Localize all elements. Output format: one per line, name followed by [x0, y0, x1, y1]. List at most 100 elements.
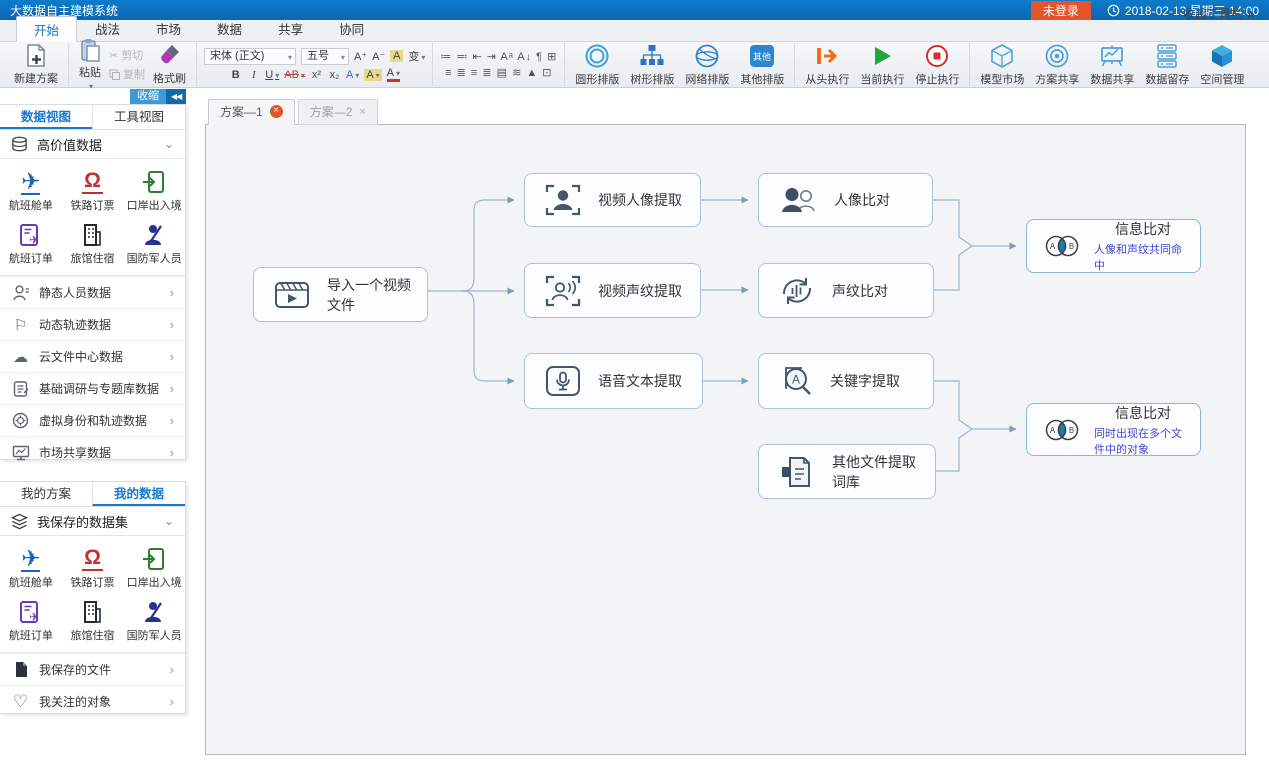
circle-layout-label: 圆形排版	[575, 71, 619, 87]
login-status-badge[interactable]: 未登录	[1031, 1, 1091, 20]
close-tab-icon[interactable]: ×	[359, 106, 365, 118]
hotel-building-icon	[80, 600, 104, 624]
font-effects-button[interactable]: 变	[408, 48, 425, 64]
space-manage-button[interactable]: 空间管理	[1197, 42, 1247, 88]
venn-a-label: A	[1050, 242, 1056, 251]
dataset-flight-manifest[interactable]: ✈ 航班舱单	[0, 163, 62, 216]
category-virtual-identity[interactable]: 虚拟身份和轨迹数据 ›	[0, 404, 185, 436]
ribbon-tab-collab[interactable]: 协同	[321, 15, 382, 41]
shrink-font-button[interactable]: A⁻	[372, 50, 385, 63]
ribbon-tab-start[interactable]: 开始	[16, 16, 77, 42]
category-cloud-files[interactable]: ☁ 云文件中心数据 ›	[0, 340, 185, 372]
new-plan-button[interactable]: 新建方案	[11, 42, 61, 87]
dataset-hotel-stay[interactable]: 旅馆住宿	[62, 593, 124, 646]
superscript-button[interactable]: x²	[310, 69, 323, 81]
run-from-start-button[interactable]: 从头执行	[802, 42, 852, 88]
dataset-border-entry[interactable]: 口岸出入境	[123, 540, 185, 593]
data-share-button[interactable]: 数据共享	[1087, 42, 1137, 88]
node-keyword-extract[interactable]: A 关键字提取	[758, 353, 934, 409]
category-survey-library[interactable]: 基础调研与专题库数据 ›	[0, 372, 185, 404]
node-video-face-extract[interactable]: 视频人像提取	[524, 173, 701, 227]
chevron-right-icon: ›	[170, 445, 174, 460]
circle-layout-button[interactable]: 圆形排版	[572, 42, 622, 88]
saved-datasets-header[interactable]: 我保存的数据集 ⌄	[0, 507, 185, 536]
change-case-button[interactable]: A	[390, 50, 403, 62]
grow-font-button[interactable]: A⁺	[354, 50, 367, 63]
data-retain-button[interactable]: 数据留存	[1142, 42, 1192, 88]
node-speech-text-extract[interactable]: 语音文本提取	[524, 353, 703, 409]
node-voiceprint-compare[interactable]: 声纹比对	[758, 263, 934, 318]
dataset-hotel-stay[interactable]: 旅馆住宿	[62, 216, 124, 269]
sidebar-collapse-button[interactable]: 收缩 ◀◀	[130, 89, 186, 104]
font-size-select[interactable]: 五号	[301, 48, 349, 65]
collapse-toolbar-link[interactable]: 收起工具栏 ∧	[1183, 5, 1255, 22]
dataset-rail-ticket[interactable]: Ω 铁路订票	[62, 540, 124, 593]
bold-button[interactable]: B	[229, 69, 242, 81]
font-name-select[interactable]: 宋体 (正文)	[204, 48, 296, 65]
category-static-person[interactable]: 静态人员数据 ›	[0, 276, 185, 308]
tab-my-plans[interactable]: 我的方案	[0, 482, 92, 506]
node-face-compare[interactable]: 人像比对	[758, 173, 933, 227]
italic-button[interactable]: I	[247, 69, 260, 81]
row-saved-files[interactable]: 我保存的文件 ›	[0, 653, 185, 685]
underline-button[interactable]: U	[265, 69, 279, 81]
saved-datasets-label: 我保存的数据集	[37, 512, 128, 531]
model-market-button[interactable]: 模型市场	[977, 42, 1027, 88]
dataset-border-entry[interactable]: 口岸出入境	[123, 163, 185, 216]
node-label: 信息比对	[1115, 403, 1171, 423]
dataset-flight-order[interactable]: ✈ 航班订单	[0, 216, 62, 269]
ribbon-tab-data[interactable]: 数据	[199, 15, 260, 41]
ribbon-tab-market[interactable]: 市场	[138, 15, 199, 41]
plan-share-button[interactable]: 方案共享	[1032, 42, 1082, 88]
paste-label: 粘贴	[79, 64, 101, 80]
close-tab-icon[interactable]: ×	[270, 105, 283, 118]
tab-my-data[interactable]: 我的数据	[92, 482, 185, 506]
text-outline-button[interactable]: A	[346, 69, 359, 81]
copy-button[interactable]: 复制	[109, 66, 145, 82]
cut-button[interactable]: ✂ 剪切	[109, 47, 145, 63]
highlight-color-button[interactable]: A	[364, 69, 381, 81]
node-other-files-lexicon[interactable]: 其他文件提取词库	[758, 444, 936, 499]
row-followed-objects[interactable]: ♡ 我关注的对象 ›	[0, 685, 185, 717]
node-import-video[interactable]: 导入一个视频文件	[253, 267, 428, 322]
plane-icon: ✈	[21, 169, 40, 195]
dataset-rail-ticket[interactable]: Ω 铁路订票	[62, 163, 124, 216]
dataset-flight-manifest[interactable]: ✈ 航班舱单	[0, 540, 62, 593]
video-file-icon	[274, 279, 310, 311]
format-painter-button[interactable]: 格式刷	[150, 43, 189, 87]
model-canvas[interactable]: 导入一个视频文件 视频人像提取 视频声纹提取	[205, 124, 1246, 755]
dataset-military-personnel[interactable]: 国防军人员	[123, 216, 185, 269]
tree-layout-button[interactable]: 树形排版	[627, 42, 677, 88]
category-market-shared[interactable]: 市场共享数据 ›	[0, 436, 185, 468]
node-video-voiceprint-extract[interactable]: 视频声纹提取	[524, 263, 701, 318]
group-clipboard: 粘贴 ✂ 剪切 复制 格式刷	[69, 43, 197, 86]
strikethrough-button[interactable]: AB	[284, 69, 305, 81]
subscript-button[interactable]: x₂	[328, 69, 341, 81]
paste-button[interactable]: 粘贴	[76, 37, 104, 92]
ribbon-tab-share[interactable]: 共享	[260, 15, 321, 41]
font-color-button[interactable]: A	[387, 68, 400, 82]
tab-tool-view[interactable]: 工具视图	[92, 105, 185, 129]
high-value-data-header[interactable]: 高价值数据 ⌄	[0, 130, 185, 159]
plan-tab-2[interactable]: 方案—2 ×	[298, 99, 378, 125]
document-lexicon-icon	[779, 455, 815, 489]
node-label: 信息比对	[1115, 219, 1171, 239]
other-layout-button[interactable]: 其他 其他排版	[737, 42, 787, 88]
tree-layout-label: 树形排版	[630, 71, 674, 87]
venn-a-label: A	[1050, 426, 1056, 435]
dataset-flight-order[interactable]: ✈ 航班订单	[0, 593, 62, 646]
node-label: 视频声纹提取	[598, 281, 682, 301]
paragraph-tools-row1[interactable]: ≔ ≕ ⇤ ⇥ Aᵃ A↓ ¶ ⊞	[440, 50, 557, 63]
network-layout-button[interactable]: 网络排版	[682, 42, 732, 88]
tab-data-view[interactable]: 数据视图	[0, 105, 92, 129]
paragraph-tools-row2[interactable]: ≡ ≣ ≡ ≣ ▤ ≋ ▲ ⊡	[445, 66, 552, 79]
category-label: 动态轨迹数据	[39, 316, 111, 333]
dataset-military-personnel[interactable]: 国防军人员	[123, 593, 185, 646]
chevron-right-icon: ›	[170, 694, 174, 709]
node-info-compare-2[interactable]: A B 信息比对 同时出现在多个文件中的对象	[1026, 403, 1201, 456]
run-current-button[interactable]: 当前执行	[857, 42, 907, 88]
category-dynamic-track[interactable]: ⚐ 动态轨迹数据 ›	[0, 308, 185, 340]
stop-run-button[interactable]: 停止执行	[912, 42, 962, 88]
plan-tab-1[interactable]: 方案—1 ×	[208, 99, 295, 125]
node-info-compare-1[interactable]: A B 信息比对 人像和声纹共同命中	[1026, 219, 1201, 273]
